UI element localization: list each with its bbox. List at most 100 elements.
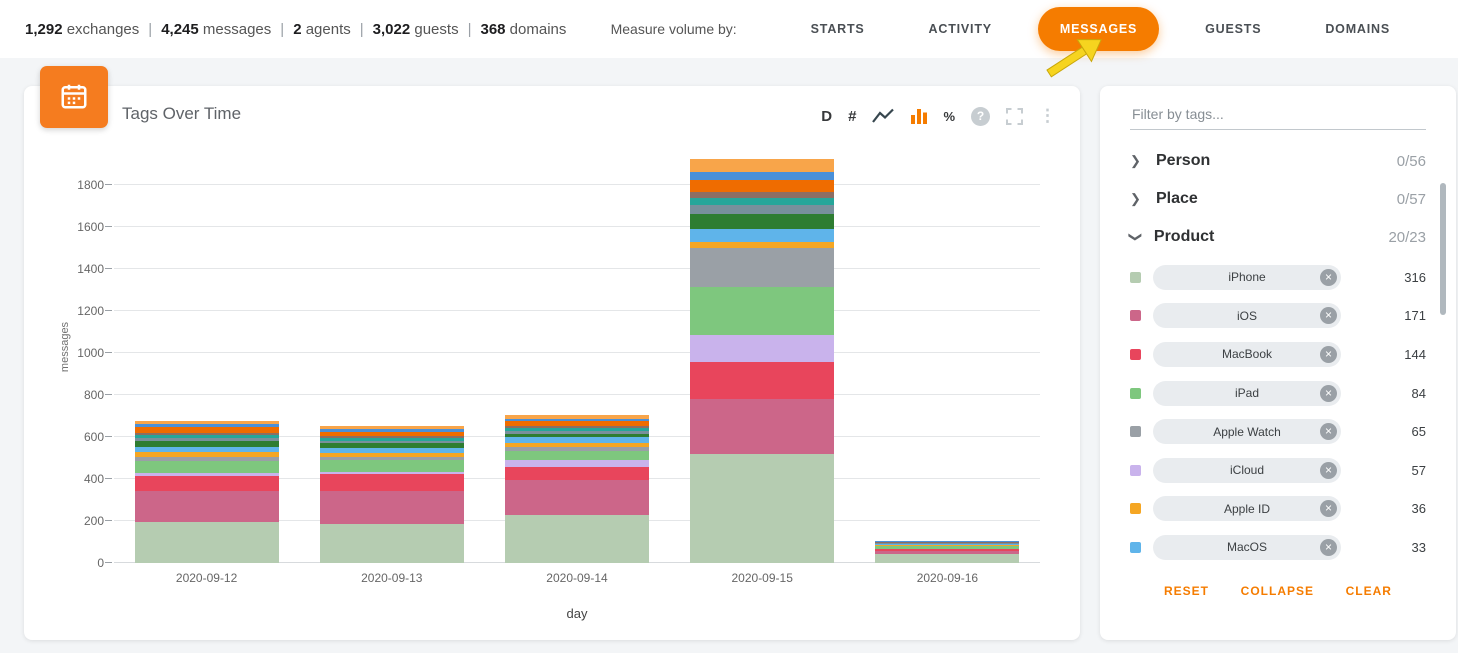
tag-count: 57	[1411, 462, 1426, 478]
bar-segment-macbook[interactable]	[319, 473, 464, 491]
measure-volume-label: Measure volume by:	[610, 21, 737, 37]
tag-color-swatch	[1130, 310, 1141, 322]
remove-tag-icon[interactable]: ×	[1320, 268, 1337, 286]
tag-row: Apple Watch × 65	[1130, 412, 1426, 451]
bar-segment-ipad[interactable]	[505, 450, 649, 461]
bar-segment-iphone[interactable]	[505, 514, 649, 563]
tag-group-place[interactable]: ❯ Place 0/57	[1130, 180, 1426, 218]
remove-tag-icon[interactable]: ×	[1320, 461, 1337, 479]
remove-tag-icon[interactable]: ×	[1320, 500, 1337, 518]
tag-actions: RESET COLLAPSE CLEAR	[1130, 584, 1426, 598]
stat-separator: |	[148, 20, 153, 38]
y-tick-mark	[105, 478, 112, 479]
bar-segment-ios[interactable]	[505, 480, 649, 515]
tag-label: Apple ID	[1223, 501, 1271, 516]
bar-segment-ipad[interactable]	[690, 286, 835, 336]
tag-pill[interactable]: iCloud ×	[1153, 457, 1341, 483]
sidebar-scrollbar[interactable]	[1440, 183, 1446, 315]
granularity-day-button[interactable]: D	[821, 108, 832, 125]
tag-color-swatch	[1130, 503, 1141, 515]
bar-segment-iphone[interactable]	[690, 453, 835, 563]
bar-segment-airpods[interactable]	[690, 197, 835, 206]
bar-segment-iphone[interactable]	[319, 524, 464, 563]
tag-pill[interactable]: Apple Watch ×	[1153, 419, 1341, 445]
bar-segment-iphone[interactable]	[134, 522, 279, 563]
tag-count: 316	[1404, 269, 1426, 285]
tag-filter-input[interactable]	[1130, 98, 1426, 130]
bar-segment-safari[interactable]	[690, 214, 835, 230]
y-tick-mark	[105, 268, 112, 269]
remove-tag-icon[interactable]: ×	[1320, 538, 1337, 556]
percent-mode-button[interactable]: %	[943, 109, 955, 124]
tag-row: Apple ID × 36	[1130, 490, 1426, 529]
stat-label: guests	[410, 20, 459, 38]
remove-tag-icon[interactable]: ×	[1320, 423, 1337, 441]
stat-separator: |	[467, 20, 472, 38]
bar-segment-macbook[interactable]	[134, 475, 279, 491]
tab-guests[interactable]: GUESTS	[1187, 12, 1279, 46]
gridline	[114, 310, 1040, 311]
more-options-icon[interactable]: ⋮	[1039, 106, 1056, 126]
tag-filter-panel: ❯ Person 0/56 ❯ Place 0/57 ❯ Product 20/23 iPhon…	[1100, 86, 1456, 640]
bar-segment-icloud[interactable]	[505, 460, 649, 468]
y-axis-ticks: 0 200 400 600 800 1000 1200 1400 1600 1800	[48, 143, 104, 570]
x-tick-label: 2020-09-13	[361, 571, 423, 585]
bar-segment-macbook[interactable]	[690, 362, 835, 400]
bar-segment-macbook[interactable]	[505, 467, 649, 481]
tag-pill[interactable]: MacBook ×	[1153, 341, 1341, 367]
bar-segment-macos[interactable]	[690, 229, 835, 242]
bar-segment-apple-music[interactable]	[690, 171, 835, 181]
count-mode-button[interactable]: #	[848, 108, 856, 125]
tag-group-person[interactable]: ❯ Person 0/56	[1130, 142, 1426, 180]
stat-label: domains	[505, 20, 567, 38]
tab-activity[interactable]: ACTIVITY	[911, 12, 1010, 46]
y-tick-label: 0	[97, 556, 104, 570]
bar-chart-button[interactable]	[911, 108, 928, 124]
bar-segment-iphone[interactable]	[875, 553, 1020, 563]
bar-segment-app-store[interactable]	[690, 180, 835, 192]
collapse-button[interactable]: COLLAPSE	[1241, 584, 1314, 598]
bar-segment-icloud[interactable]	[690, 335, 835, 363]
stacked-bar	[134, 420, 279, 563]
bar-segment-ipad[interactable]	[319, 460, 464, 472]
bar-segment-apple-tv[interactable]	[690, 205, 835, 215]
top-header: 1,292 exchanges | 4,245 messages | 2 agents |…	[0, 0, 1458, 58]
help-icon[interactable]: ?	[971, 106, 990, 126]
tag-pill[interactable]: iPad ×	[1153, 380, 1341, 406]
clear-button[interactable]: CLEAR	[1346, 584, 1392, 598]
line-chart-icon	[872, 108, 895, 123]
tag-group-name: Person	[1156, 152, 1211, 169]
bar-segment-homepod[interactable]	[690, 159, 835, 172]
tag-filter-field	[1130, 98, 1426, 130]
remove-tag-icon[interactable]: ×	[1320, 384, 1337, 402]
tab-starts[interactable]: STARTS	[793, 12, 883, 46]
tag-pill[interactable]: Apple ID ×	[1153, 496, 1341, 522]
y-tick-label: 1800	[77, 178, 104, 192]
y-tick-mark	[105, 310, 112, 311]
tab-domains[interactable]: DOMAINS	[1307, 12, 1408, 46]
bar-segment-ios[interactable]	[319, 490, 464, 525]
tag-count: 171	[1404, 308, 1426, 324]
bar-chart-icon	[911, 109, 928, 124]
stacked-bar	[505, 415, 649, 563]
remove-tag-icon[interactable]: ×	[1320, 307, 1337, 325]
y-tick-mark	[105, 226, 112, 227]
reset-button[interactable]: RESET	[1164, 584, 1209, 598]
line-chart-button[interactable]	[872, 108, 895, 124]
tag-label: MacOS	[1226, 540, 1267, 555]
bar-segment-ios[interactable]	[134, 490, 279, 523]
gridline	[114, 184, 1040, 185]
remove-tag-icon[interactable]: ×	[1320, 345, 1337, 363]
tag-pill[interactable]: MacOS ×	[1153, 534, 1341, 560]
tag-pill[interactable]: iOS ×	[1153, 303, 1341, 329]
bar-segment-apple-watch[interactable]	[690, 248, 835, 287]
fullscreen-icon[interactable]	[1006, 107, 1023, 125]
calendar-button[interactable]	[40, 66, 108, 128]
tag-color-swatch	[1130, 387, 1141, 399]
bar-segment-ios[interactable]	[690, 399, 835, 454]
tag-pill[interactable]: iPhone ×	[1153, 264, 1341, 290]
plot-area	[105, 143, 1040, 563]
bar-segment-ipad[interactable]	[134, 460, 279, 474]
gridline	[114, 268, 1040, 269]
tag-group-product[interactable]: ❯ Product 20/23	[1128, 218, 1426, 256]
